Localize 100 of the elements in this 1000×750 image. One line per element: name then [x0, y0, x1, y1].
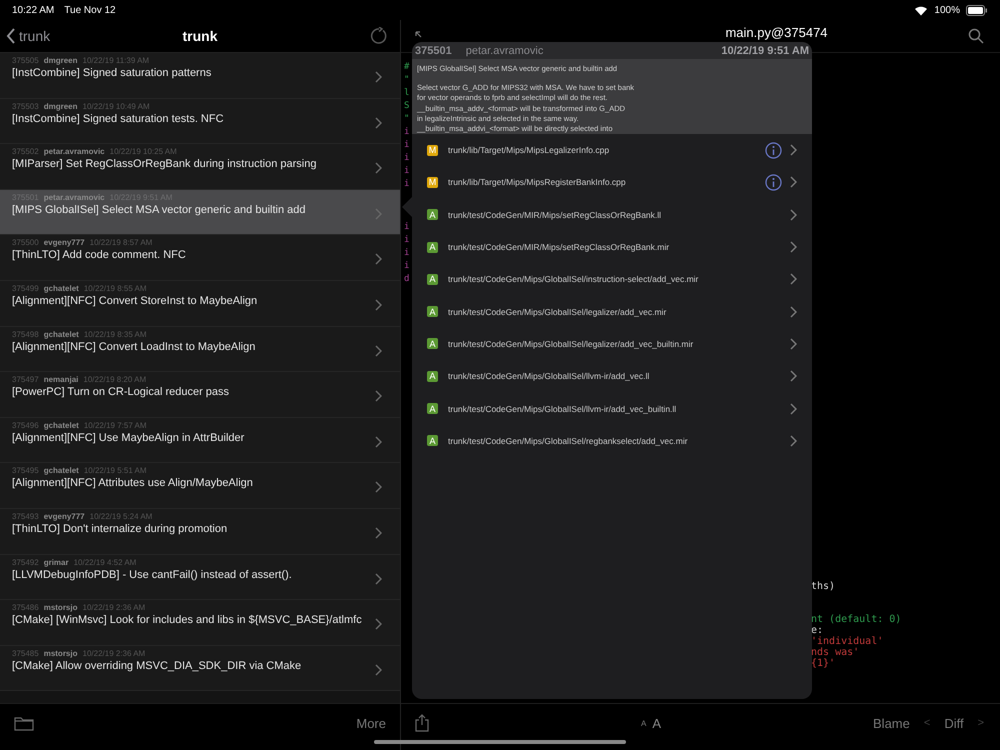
chevron-icon — [375, 298, 382, 311]
commit-row[interactable]: 375486 mstorsjo 10/22/19 2:36 AM [CMake] [WinMsvc] Look for includes and libs in ${MSVC_BASE}/atlmfc — [0, 600, 400, 646]
file-path: trunk/test/CodeGen/Mips/GlobalISel/legalizer/add_vec_builtin.mir — [448, 338, 694, 349]
info-icon[interactable] — [765, 174, 782, 191]
commit-row[interactable]: 375496 gchatelet 10/22/19 7:57 AM [Alignment][NFC] Use MaybeAlign in AttrBuilder — [0, 418, 400, 464]
revision-number: 375486 — [12, 603, 39, 612]
info-icon[interactable] — [765, 142, 782, 159]
commit-author: gchatelet — [44, 466, 79, 476]
commit-date: 10/22/19 4:52 AM — [74, 558, 136, 567]
wifi-icon — [914, 4, 928, 16]
commit-row[interactable]: 375502 petar.avramovic 10/22/19 10:25 AM [MIParser] Set RegClassOrRegBank during instruction parsing — [0, 144, 400, 190]
revision-number: 375502 — [12, 147, 39, 156]
chevron-icon — [790, 273, 797, 286]
code-fragment: i — [404, 221, 410, 234]
commit-row[interactable]: 375493 evgeny777 10/22/19 5:24 AM [ThinLTO] Don't internalize during promotion — [0, 508, 400, 555]
chevron-icon — [375, 344, 382, 357]
commit-date: 10/22/19 8:20 AM — [83, 375, 146, 384]
font-smaller-button[interactable]: A — [641, 718, 646, 728]
share-icon[interactable] — [415, 714, 429, 732]
status-badge: A — [427, 403, 438, 414]
revision-number: 375501 — [415, 44, 452, 56]
chevron-icon — [790, 338, 797, 350]
commit-author: dmgreen — [44, 102, 78, 111]
folder-icon[interactable] — [14, 716, 34, 730]
revision-number: 375505 — [12, 56, 39, 65]
commit-date: 10/22/19 5:24 AM — [90, 512, 152, 521]
commit-row[interactable]: 375495 gchatelet 10/22/19 5:51 AM [Alignment][NFC] Attributes use Align/MaybeAlign — [0, 463, 400, 509]
file-row[interactable]: A trunk/test/CodeGen/Mips/GlobalISel/llvm-ir/add_vec.ll — [412, 360, 812, 392]
revision-number: 375493 — [12, 512, 39, 521]
commit-message: [Alignment][NFC] Attributes use Align/MaybeAlign — [12, 477, 254, 490]
search-icon[interactable] — [968, 28, 984, 44]
commit-author: petar.avramovic — [466, 44, 544, 56]
file-row[interactable]: M trunk/lib/Target/Mips/MipsRegisterBankInfo.cpp — [412, 166, 812, 199]
commit-row[interactable]: 375485 mstorsjo 10/22/19 2:36 AM [CMake] Allow overriding MSVC_DIA_SDK_DIR via CMake — [0, 646, 400, 692]
back-button[interactable]: trunk — [6, 28, 50, 44]
file-row[interactable]: A trunk/test/CodeGen/MIR/Mips/setRegClassOrRegBank.mir — [412, 230, 812, 264]
commit-date: 10/22/19 2:36 AM — [82, 648, 146, 658]
font-larger-button[interactable]: A — [652, 716, 662, 730]
commit-row[interactable]: 375498 gchatelet 10/22/19 8:35 AM [Alignment][NFC] Convert LoadInst to MaybeAlign — [0, 326, 400, 372]
chevron-icon — [375, 526, 382, 539]
chevron-icon — [375, 481, 382, 494]
code-fragment: " — [404, 74, 410, 87]
commit-row[interactable]: 375499 gchatelet 10/22/19 8:55 AM [Alignment][NFC] Convert StoreInst to MaybeAlign — [0, 280, 400, 327]
commit-author: evgeny777 — [44, 512, 85, 521]
file-path: trunk/test/CodeGen/Mips/GlobalISel/llvm-ir/add_vec.ll — [448, 371, 650, 382]
code-fragment: " — [404, 113, 410, 126]
commit-date: 10/22/19 8:55 AM — [84, 284, 147, 293]
file-row[interactable]: A trunk/test/CodeGen/Mips/GlobalISel/legalizer/add_vec_builtin.mir — [412, 328, 812, 360]
file-row[interactable]: A trunk/test/CodeGen/Mips/GlobalISel/legalizer/add_vec.mir — [412, 295, 812, 328]
chevron-icon — [790, 434, 797, 447]
commit-date: 10/22/19 5:51 AM — [84, 466, 147, 476]
commit-row[interactable]: 375500 evgeny777 10/22/19 8:57 AM [ThinLTO] Add code comment. NFC — [0, 235, 400, 281]
chevron-icon — [375, 162, 382, 174]
commit-date: 10/22/19 10:25 AM — [110, 147, 177, 156]
commit-row[interactable]: 375505 dmgreen 10/22/19 11:39 AM [InstCombine] Signed saturation patterns — [0, 53, 400, 99]
chevron-icon — [375, 208, 382, 220]
status-badge: A — [427, 274, 438, 285]
code-fragment: 'individual' — [811, 636, 884, 647]
revision-number: 375503 — [12, 102, 39, 111]
code-fragment: i — [404, 126, 410, 139]
code-fragment: S — [404, 100, 410, 113]
battery-icon — [966, 4, 988, 16]
status-badge: A — [427, 435, 438, 446]
commit-row[interactable]: 375497 nemanjai 10/22/19 8:20 AM [PowerPC] Turn on CR-Logical reducer pass — [0, 372, 400, 418]
diff-button[interactable]: Diff — [944, 716, 964, 730]
commit-author: mstorsjo — [44, 603, 78, 612]
blame-button[interactable]: Blame — [873, 716, 910, 730]
commit-message: [Alignment][NFC] Convert StoreInst to MaybeAlign — [12, 294, 258, 307]
file-row[interactable]: A trunk/test/CodeGen/Mips/GlobalISel/llvm-ir/add_vec_builtin.ll — [412, 392, 812, 425]
file-row[interactable]: M trunk/lib/Target/Mips/MipsLegalizerInfo.cpp — [412, 134, 812, 166]
status-badge: A — [427, 370, 438, 382]
file-row[interactable]: A trunk/test/CodeGen/Mips/GlobalISel/instruction-select/add_vec.mir — [412, 263, 812, 296]
commit-message: [Alignment][NFC] Convert LoadInst to MaybeAlign — [12, 340, 256, 353]
chevron-icon — [375, 253, 382, 266]
commit-author: gchatelet — [44, 284, 79, 293]
commit-author: gchatelet — [44, 330, 79, 339]
commit-message: [ThinLTO] Add code comment. NFC — [12, 249, 187, 262]
commit-row[interactable]: 375503 dmgreen 10/22/19 10:49 AM [InstCombine] Signed saturation tests. NFC — [0, 98, 400, 144]
commit-message: [ThinLTO] Don't internalize during promotion — [12, 522, 228, 535]
file-row[interactable]: A trunk/test/CodeGen/Mips/GlobalISel/regbankselect/add_vec.mir — [412, 424, 812, 457]
file-path: trunk/test/CodeGen/MIR/Mips/setRegClassOrRegBank.ll — [448, 210, 662, 220]
commit-row[interactable]: 375492 grimar 10/22/19 4:52 AM [LLVMDebugInfoPDB] - Use cantFail() instead of assert(). — [0, 554, 400, 600]
status-badge: M — [427, 176, 438, 188]
file-row[interactable]: A trunk/test/CodeGen/MIR/Mips/setRegClassOrRegBank.ll — [412, 198, 812, 231]
commit-author: mstorsjo — [44, 648, 78, 658]
revision-number: 375500 — [12, 238, 39, 248]
status-time: 10:22 AM — [12, 4, 54, 16]
revision-number: 375496 — [12, 420, 39, 430]
commit-message: [LLVMDebugInfoPDB] - Use cantFail() instead of assert(). — [12, 568, 293, 581]
code-fragment: # — [404, 61, 410, 74]
refresh-icon[interactable] — [370, 27, 388, 45]
more-button[interactable]: More — [356, 716, 386, 730]
commit-author: grimar — [44, 558, 69, 567]
commit-date: 10/22/19 9:51 AM — [721, 44, 809, 56]
file-path: trunk/test/CodeGen/Mips/GlobalISel/regbankselect/add_vec.mir — [448, 436, 689, 446]
nav-title: trunk — [182, 28, 218, 44]
code-fragment: {1}' — [811, 658, 836, 669]
revision-number: 375497 — [12, 375, 39, 384]
code-fragment: i — [404, 234, 410, 247]
code-fragment: ths) — [811, 581, 836, 592]
